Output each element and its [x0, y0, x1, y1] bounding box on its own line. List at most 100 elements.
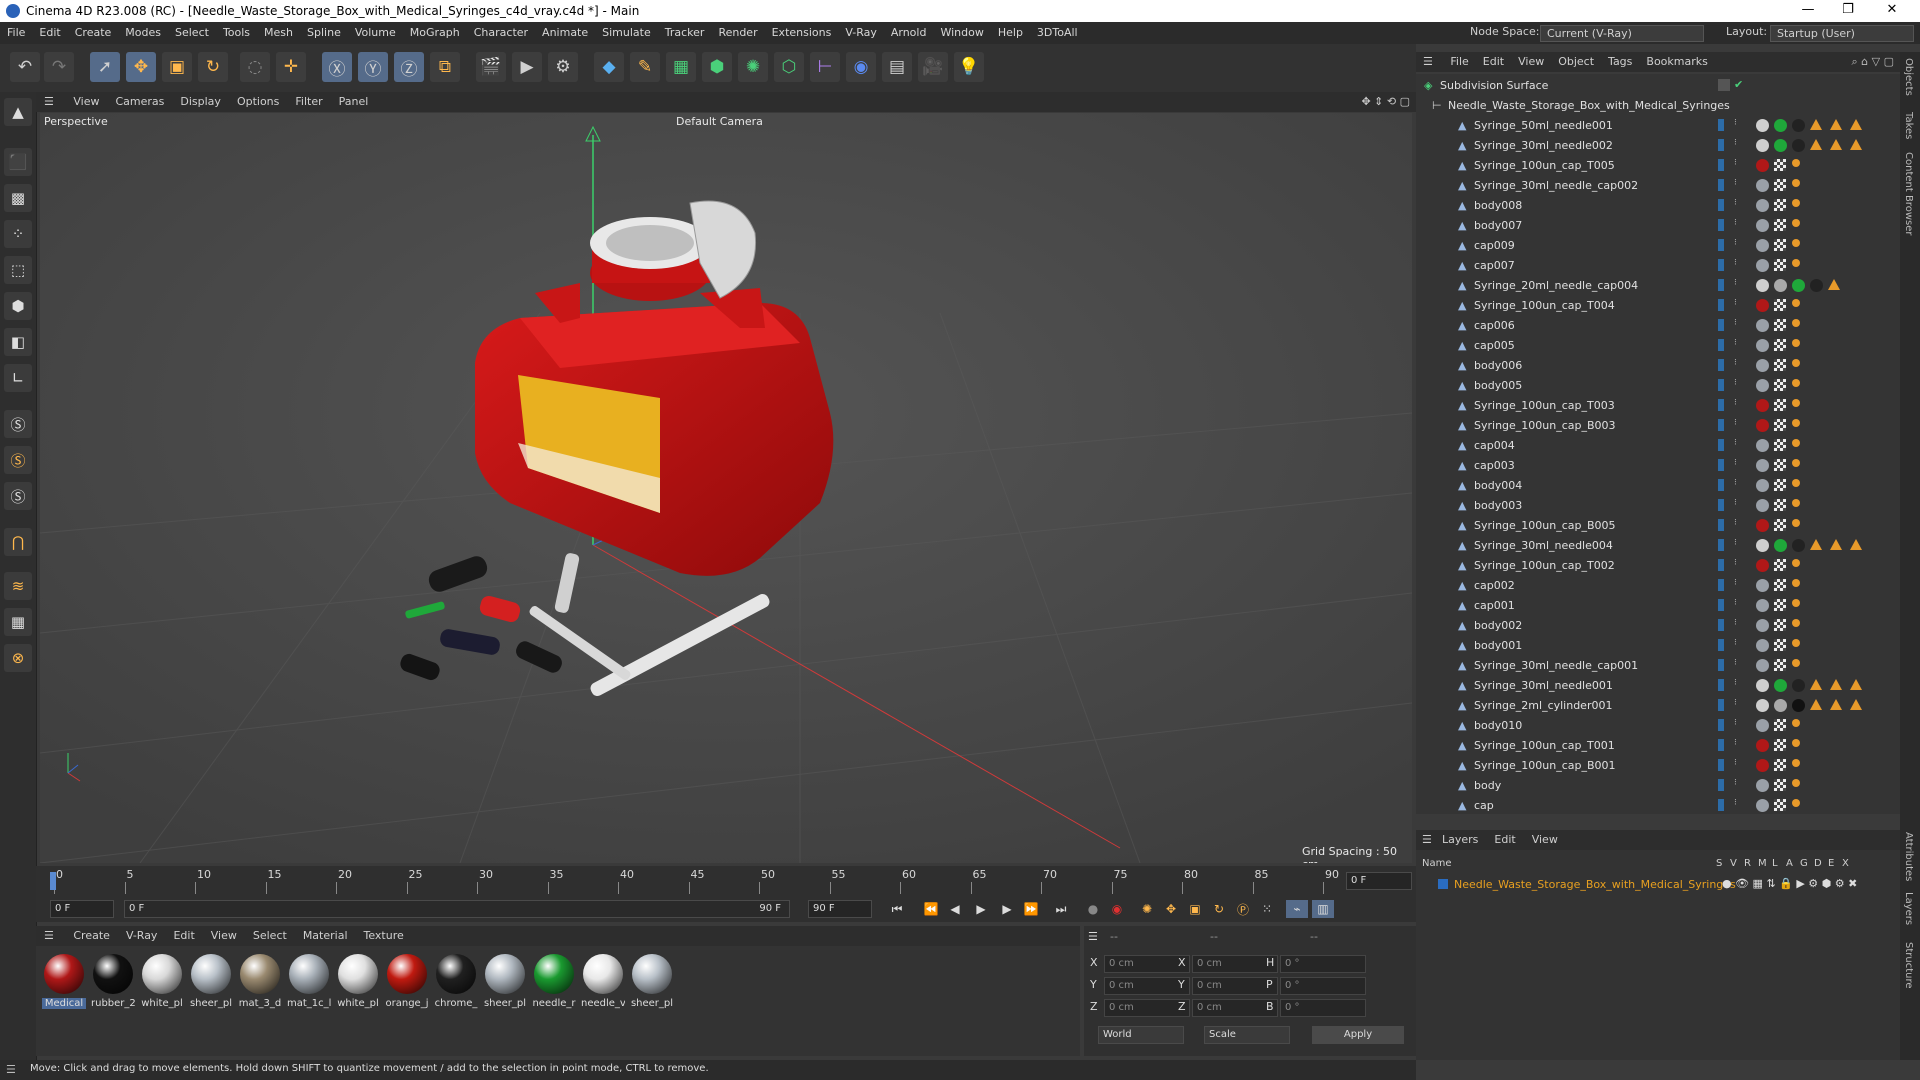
object-row[interactable]: ▲ Syringe_100un_cap_B003 ⁝	[1416, 416, 1886, 436]
texture-tag-icon[interactable]	[1774, 199, 1786, 211]
object-menu-file[interactable]: File	[1443, 52, 1475, 68]
layer-color-icon[interactable]	[1718, 419, 1724, 431]
object-row[interactable]: ▲ cap002 ⁝	[1416, 576, 1886, 596]
move-tool-icon[interactable]: ✥	[126, 52, 156, 82]
transform-tool-icon[interactable]: ✛	[276, 52, 306, 82]
enable-checkbox-icon[interactable]	[1718, 79, 1730, 91]
object-row[interactable]: ▲ body005 ⁝	[1416, 376, 1886, 396]
play-icon[interactable]: ▶	[970, 900, 992, 918]
texture-tag-icon[interactable]	[1774, 799, 1786, 811]
material-tag-icon[interactable]	[1756, 659, 1769, 672]
material-tag-icon[interactable]	[1756, 399, 1769, 412]
material-menu-texture[interactable]: Texture	[356, 926, 412, 942]
layer-color-icon[interactable]	[1718, 619, 1724, 631]
menu-arnold[interactable]: Arnold	[884, 22, 934, 39]
visibility-dots-icon[interactable]: ⁝	[1734, 478, 1737, 488]
material-swatch[interactable]: mat_3_d	[238, 954, 282, 1009]
object-row[interactable]: ▲ Syringe_50ml_needle001 ⁝	[1416, 116, 1886, 136]
layer-color-icon[interactable]	[1718, 259, 1724, 271]
material-swatch[interactable]: sheer_pl	[189, 954, 233, 1009]
material-tag-icon[interactable]	[1756, 639, 1769, 652]
texture-tag-icon[interactable]	[1774, 399, 1786, 411]
visibility-dots-icon[interactable]: ⁝	[1734, 518, 1737, 528]
object-menu-edit[interactable]: Edit	[1476, 52, 1511, 68]
layer-menu-view[interactable]: View	[1532, 833, 1558, 846]
frame-range-slider[interactable]: 0 F 90 F	[124, 900, 790, 918]
menu-create[interactable]: Create	[68, 22, 119, 39]
object-row[interactable]: ▲ Syringe_100un_cap_B001 ⁝	[1416, 756, 1886, 776]
texture-tag-icon[interactable]	[1774, 439, 1786, 451]
layer-color-icon[interactable]	[1718, 299, 1724, 311]
record-keys-icon[interactable]: ●	[1082, 900, 1104, 918]
texture-tag-icon[interactable]	[1774, 559, 1786, 571]
layer-menu-icon[interactable]: ☰	[1422, 833, 1432, 846]
visibility-dots-icon[interactable]: ⁝	[1734, 458, 1737, 468]
material-swatch[interactable]: Medical	[42, 954, 86, 1009]
object-row[interactable]: ▲ Syringe_100un_cap_T003 ⁝	[1416, 396, 1886, 416]
visibility-dots-icon[interactable]: ⁝	[1734, 618, 1737, 628]
material-tag-icon[interactable]	[1756, 799, 1769, 812]
texture-tag-icon[interactable]	[1774, 619, 1786, 631]
visibility-dots-icon[interactable]: ⁝	[1734, 158, 1737, 168]
object-row[interactable]: ▲ body007 ⁝	[1416, 216, 1886, 236]
material-tag-icon[interactable]	[1756, 479, 1769, 492]
timeline-layout-icon[interactable]: ▥	[1312, 900, 1334, 918]
texture-tag-icon[interactable]	[1774, 639, 1786, 651]
key-scale-icon[interactable]: ▣	[1184, 900, 1206, 918]
object-row[interactable]: ▲ Syringe_30ml_needle_cap002 ⁝	[1416, 176, 1886, 196]
phong-tag-icon[interactable]	[1792, 319, 1800, 327]
visibility-dots-icon[interactable]: ⁝	[1734, 258, 1737, 268]
object-row[interactable]: ▲ cap005 ⁝	[1416, 336, 1886, 356]
layer-name[interactable]: Needle_Waste_Storage_Box_with_Medical_Sy…	[1454, 878, 1736, 891]
phong-tag-icon[interactable]	[1792, 299, 1800, 307]
layer-color-icon[interactable]	[1718, 539, 1724, 551]
texture-tag-icon[interactable]	[1774, 359, 1786, 371]
end-frame-field[interactable]: 90 F	[808, 900, 872, 918]
material-tag-icon[interactable]	[1756, 279, 1769, 292]
phong-tag-icon[interactable]	[1792, 779, 1800, 787]
material-tag-icon[interactable]	[1792, 699, 1805, 712]
phong-tag-icon[interactable]	[1792, 179, 1800, 187]
phong-tag-icon[interactable]	[1792, 759, 1800, 767]
prev-frame-icon[interactable]: ◀	[944, 900, 966, 918]
material-menu-material[interactable]: Material	[295, 926, 356, 942]
camera-label[interactable]: Default Camera	[676, 115, 763, 128]
coord-value-field[interactable]: 0 °	[1280, 977, 1366, 995]
visibility-dots-icon[interactable]: ⁝	[1734, 418, 1737, 428]
material-swatch[interactable]: white_pl	[140, 954, 184, 1009]
rotate-tool-icon[interactable]: ↻	[198, 52, 228, 82]
3d-viewport[interactable]: Perspective Default Camera Grid Spacing …	[40, 113, 1412, 863]
visibility-dots-icon[interactable]: ⁝	[1734, 718, 1737, 728]
layer-color-icon[interactable]	[1718, 799, 1724, 811]
material-tag-icon[interactable]	[1756, 539, 1769, 552]
layer-flag-icons[interactable]: ● 👁 ▦ ⇅ 🔒 ▶ ⚙ ⬢ ⚙ ✖	[1722, 877, 1857, 890]
material-tag-icon[interactable]	[1792, 139, 1805, 152]
texture-tag-icon[interactable]	[1774, 319, 1786, 331]
layer-menu-edit[interactable]: Edit	[1494, 833, 1515, 846]
visibility-dots-icon[interactable]: ⁝	[1734, 358, 1737, 368]
object-row[interactable]: ▲ Syringe_100un_cap_T005 ⁝	[1416, 156, 1886, 176]
layer-icon[interactable]: ≋	[4, 572, 32, 600]
layer-color-icon[interactable]	[1718, 459, 1724, 471]
visibility-dots-icon[interactable]: ⁝	[1734, 758, 1737, 768]
object-row[interactable]: ▲ Syringe_30ml_needle002 ⁝	[1416, 136, 1886, 156]
object-row[interactable]: ▲ cap007 ⁝	[1416, 256, 1886, 276]
object-row[interactable]: ▲ cap003 ⁝	[1416, 456, 1886, 476]
object-row[interactable]: ▲ Syringe_2ml_cylinder001 ⁝	[1416, 696, 1886, 716]
material-tag-icon[interactable]	[1792, 279, 1805, 292]
warning-tag-icon[interactable]	[1830, 539, 1842, 550]
layer-color-icon[interactable]	[1718, 499, 1724, 511]
menu-extensions[interactable]: Extensions	[765, 22, 839, 39]
deformer-icon[interactable]: ⊢	[810, 52, 840, 82]
material-tag-icon[interactable]	[1756, 299, 1769, 312]
texture-tag-icon[interactable]	[1774, 479, 1786, 491]
layout-dropdown[interactable]: Startup (User)	[1770, 25, 1914, 42]
menu-animate[interactable]: Animate	[535, 22, 595, 39]
texture-tag-icon[interactable]	[1774, 219, 1786, 231]
phong-tag-icon[interactable]	[1792, 719, 1800, 727]
key-param-icon[interactable]: Ⓟ	[1232, 900, 1254, 918]
visibility-dots-icon[interactable]: ⁝	[1734, 198, 1737, 208]
warning-tag-icon[interactable]	[1830, 119, 1842, 130]
phong-tag-icon[interactable]	[1792, 359, 1800, 367]
checkmark-icon[interactable]: ✔	[1734, 78, 1743, 91]
